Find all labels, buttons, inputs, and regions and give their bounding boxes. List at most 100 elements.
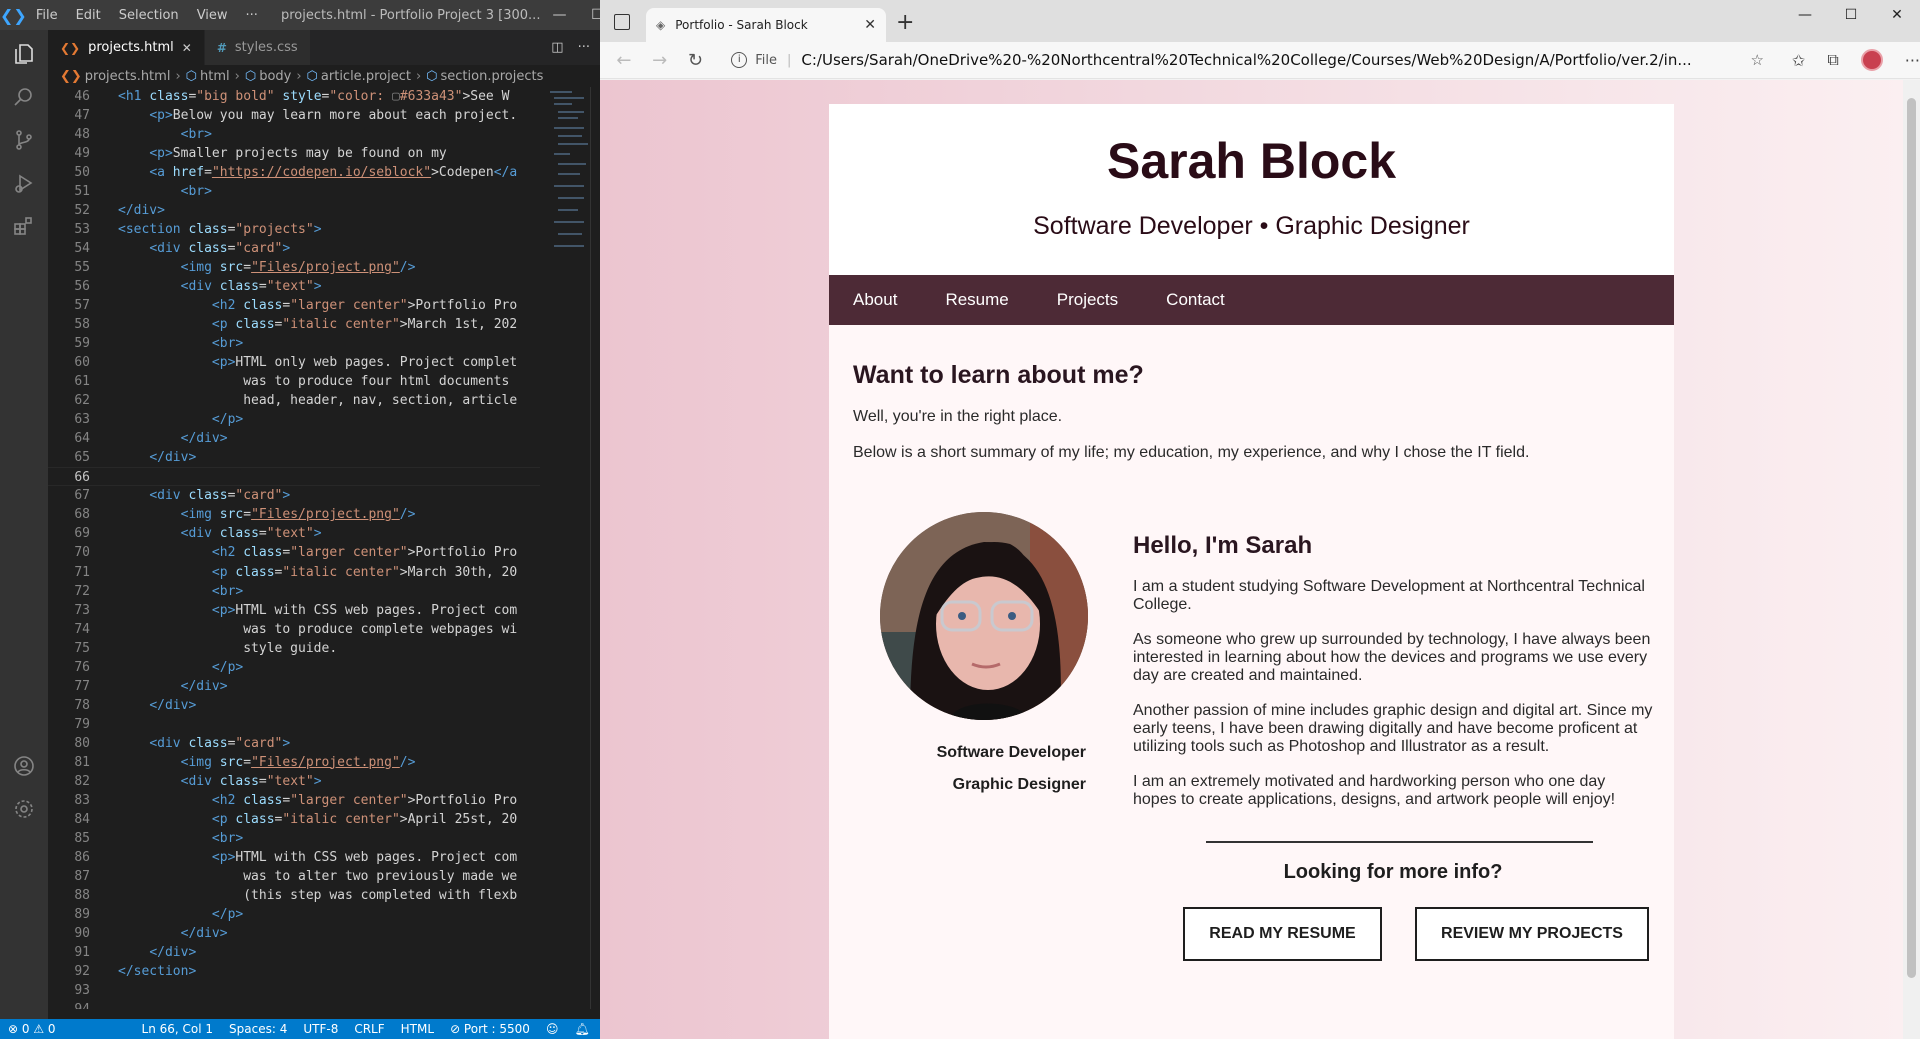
code-line[interactable]: 85 <br> <box>48 829 540 848</box>
settings-gear-icon[interactable] <box>0 785 48 833</box>
code-line[interactable]: 71 <p class="italic center">March 30th, … <box>48 563 540 582</box>
profile-avatar[interactable] <box>1860 49 1883 71</box>
refresh-icon[interactable]: ↻ <box>678 50 714 71</box>
code-line[interactable]: 90 </div> <box>48 924 540 943</box>
notifications-bell-icon[interactable]: 🔔︎ <box>566 1022 597 1036</box>
cursor-position[interactable]: Ln 66, Col 1 <box>134 1022 222 1036</box>
minimize-icon[interactable]: — <box>540 7 578 23</box>
code-line[interactable]: 70 <h2 class="larger center">Portfolio P… <box>48 543 540 562</box>
menu-selection[interactable]: Selection <box>110 8 188 23</box>
code-line[interactable]: 76 </p> <box>48 658 540 677</box>
nav-link-projects[interactable]: Projects <box>1057 290 1118 310</box>
code-line[interactable]: 94 <box>48 1000 540 1009</box>
code-line[interactable]: 75 style guide. <box>48 639 540 658</box>
more-actions-icon[interactable]: ··· <box>578 40 590 55</box>
code-line[interactable]: 88 (this step was completed with flexb <box>48 886 540 905</box>
source-control-icon[interactable] <box>0 116 48 164</box>
code-line[interactable]: 63 </p> <box>48 410 540 429</box>
code-line[interactable]: 54 <div class="card"> <box>48 239 540 258</box>
code-line[interactable]: 56 <div class="text"> <box>48 277 540 296</box>
code-line[interactable]: 81 <img src="Files/project.png"/> <box>48 753 540 772</box>
live-server-port[interactable]: ⊘ Port : 5500 <box>442 1022 538 1036</box>
scrollbar-thumb[interactable] <box>1907 98 1916 978</box>
code-line[interactable]: 46 <h1 class="big bold" style="color: ▢#6… <box>48 87 540 106</box>
collections-icon[interactable]: ⧉ <box>1827 50 1838 70</box>
code-line[interactable]: 82 <div class="text"> <box>48 772 540 791</box>
minimize-icon[interactable]: — <box>1782 0 1828 30</box>
breadcrumb-item[interactable]: projects.html <box>85 69 171 84</box>
code-line[interactable]: 47 <p>Below you may learn more about eac… <box>48 106 540 125</box>
code-line[interactable]: 59 <br> <box>48 334 540 353</box>
code-line[interactable]: 65 </div> <box>48 448 540 467</box>
code-line[interactable]: 62 head, header, nav, section, article <box>48 391 540 410</box>
account-icon[interactable] <box>0 742 48 790</box>
close-icon[interactable]: ✕ <box>182 41 192 55</box>
code-line[interactable]: 84 <p class="italic center">April 25st, … <box>48 810 540 829</box>
code-line[interactable]: 79 <box>48 715 540 734</box>
menu-file[interactable]: File <box>27 8 67 23</box>
code-line[interactable]: 51 <br> <box>48 182 540 201</box>
code-line[interactable]: 57 <h2 class="larger center">Portfolio P… <box>48 296 540 315</box>
feedback-icon[interactable]: ☺ <box>538 1022 567 1036</box>
code-line[interactable]: 61 was to produce four html documents <box>48 372 540 391</box>
code-line[interactable]: 55 <img src="Files/project.png"/> <box>48 258 540 277</box>
new-tab-plus-icon[interactable]: + <box>896 10 914 35</box>
indentation-status[interactable]: Spaces: 4 <box>221 1022 295 1036</box>
breadcrumb-item[interactable]: section.projects <box>441 69 544 84</box>
menu-view[interactable]: View <box>188 8 237 23</box>
code-line[interactable]: 87 was to alter two previously made we <box>48 867 540 886</box>
extensions-icon[interactable] <box>0 202 48 250</box>
code-line[interactable]: 83 <h2 class="larger center">Portfolio P… <box>48 791 540 810</box>
code-line[interactable]: 69 <div class="text"> <box>48 524 540 543</box>
close-tab-icon[interactable]: ✕ <box>864 17 876 33</box>
run-debug-icon[interactable] <box>0 159 48 207</box>
code-line[interactable]: 50 <a href="https://codepen.io/seblock">… <box>48 163 540 182</box>
code-line[interactable]: 60 <p>HTML only web pages. Project compl… <box>48 353 540 372</box>
nav-link-contact[interactable]: Contact <box>1166 290 1225 310</box>
code-line[interactable]: 80 <div class="card"> <box>48 734 540 753</box>
code-line[interactable]: 86 <p>HTML with CSS web pages. Project c… <box>48 848 540 867</box>
code-line[interactable]: 92 </section> <box>48 962 540 981</box>
tab-actions-icon[interactable] <box>614 14 630 30</box>
code-line[interactable]: 66 <box>48 467 540 487</box>
settings-more-icon[interactable]: ··· <box>1905 51 1920 70</box>
code-line[interactable]: 49 <p>Smaller projects may be found on m… <box>48 144 540 163</box>
favorites-icon[interactable]: ✩ <box>1792 51 1805 70</box>
code-line[interactable]: 93 <box>48 981 540 1000</box>
code-line[interactable]: 48 <br> <box>48 125 540 144</box>
back-arrow-icon[interactable]: ← <box>606 50 642 71</box>
menu-more[interactable]: ··· <box>237 8 267 23</box>
split-editor-icon[interactable]: ◫ <box>551 40 563 55</box>
code-line[interactable]: 73 <p>HTML with CSS web pages. Project c… <box>48 601 540 620</box>
code-line[interactable]: 68 <img src="Files/project.png"/> <box>48 505 540 524</box>
review-projects-button[interactable]: REVIEW MY PROJECTS <box>1415 907 1649 961</box>
forward-arrow-icon[interactable]: → <box>642 50 678 71</box>
close-window-icon[interactable]: ✕ <box>1874 0 1920 30</box>
code-line[interactable]: 78 </div> <box>48 696 540 715</box>
nav-link-about[interactable]: About <box>853 290 897 310</box>
info-icon[interactable]: i <box>731 52 748 68</box>
read-resume-button[interactable]: READ MY RESUME <box>1183 907 1382 961</box>
code-line[interactable]: 53 <section class="projects"> <box>48 220 540 239</box>
nav-link-resume[interactable]: Resume <box>945 290 1008 310</box>
eol-status[interactable]: CRLF <box>346 1022 392 1036</box>
code-line[interactable]: 67 <div class="card"> <box>48 486 540 505</box>
encoding-status[interactable]: UTF-8 <box>295 1022 346 1036</box>
code-line[interactable]: 58 <p class="italic center">March 1st, 2… <box>48 315 540 334</box>
code-line[interactable]: 52 </div> <box>48 201 540 220</box>
code-line[interactable]: 72 <br> <box>48 582 540 601</box>
browser-tab-portfolio[interactable]: ◈ Portfolio - Sarah Block ✕ <box>646 8 886 42</box>
code-line[interactable]: 77 </div> <box>48 677 540 696</box>
tab-styles-css[interactable]: # styles.css <box>204 30 311 65</box>
code-line[interactable]: 64 </div> <box>48 429 540 448</box>
explorer-icon[interactable] <box>0 30 48 78</box>
address-bar[interactable]: i File | C:/Users/Sarah/OneDrive%20-%20N… <box>721 46 1774 75</box>
breadcrumb-item[interactable]: html <box>200 69 230 84</box>
code-line[interactable]: 89 </p> <box>48 905 540 924</box>
breadcrumb-item[interactable]: body <box>259 69 291 84</box>
maximize-icon[interactable]: ☐ <box>578 7 600 23</box>
code-line[interactable]: 91 </div> <box>48 943 540 962</box>
code-editor[interactable]: 46 <h1 class="big bold" style="color: ▢#6… <box>48 87 540 1009</box>
minimap[interactable] <box>550 87 590 287</box>
page-scrollbar[interactable] <box>1903 80 1920 1039</box>
